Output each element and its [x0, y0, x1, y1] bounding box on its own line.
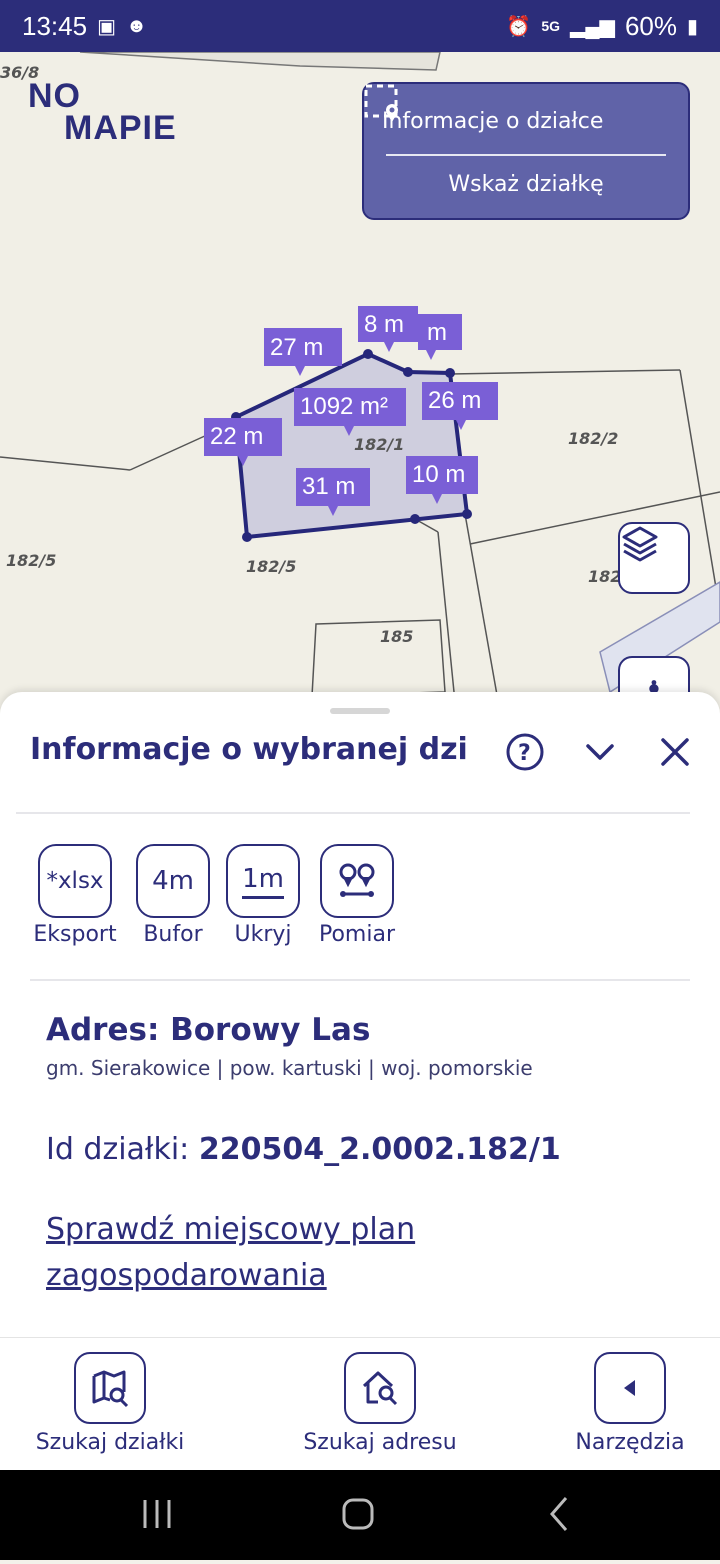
parcel-label: 182/5: [246, 557, 296, 576]
home-icon: [342, 1498, 374, 1530]
parcel-info-header[interactable]: Informacje o działce: [364, 84, 688, 142]
nav-label: Szukaj adresu: [303, 1430, 457, 1455]
close-button[interactable]: [653, 730, 697, 774]
tool-label: Bufor: [143, 922, 203, 947]
parcel-label: 185: [380, 627, 413, 646]
search-address-button[interactable]: [344, 1352, 416, 1424]
recent-apps-icon: [143, 1500, 171, 1528]
tools-button[interactable]: [594, 1352, 666, 1424]
layers-icon: [622, 526, 658, 562]
buffer-button[interactable]: 4m: [136, 844, 210, 918]
parcel-id-row: Id działki: 220504_2.0002.182/1: [46, 1132, 561, 1167]
tool-label: Ukryj: [234, 922, 292, 947]
tool-label: Pomiar: [318, 922, 395, 947]
nav-label: Szukaj działki: [35, 1430, 185, 1455]
zoning-plan-link[interactable]: Sprawdź miejscowy plan zagospodarowania: [46, 1207, 606, 1299]
system-navigation-bar: [0, 1470, 720, 1560]
map-view[interactable]: 36/8 182/1 182/2 182/5 182/5 182 185 27 …: [0, 52, 720, 712]
sheet-drag-handle[interactable]: [330, 708, 390, 714]
measure-button[interactable]: [320, 844, 394, 918]
help-icon: ?: [506, 733, 544, 771]
measurement-label: 10 m: [412, 461, 465, 488]
measurement-label: 8 m: [364, 311, 404, 338]
map-search-icon: [92, 1370, 129, 1408]
network-badge: 5G: [541, 18, 560, 34]
search-parcel-button[interactable]: [74, 1352, 146, 1424]
measurement-label: 27 m: [270, 334, 323, 361]
measure-icon: [339, 863, 375, 897]
alarm-icon: ⏰: [506, 15, 532, 38]
svg-text:?: ?: [518, 741, 531, 766]
tool-export[interactable]: *xlsx Eksport: [27, 844, 123, 947]
parcel-label: 182/5: [6, 551, 56, 570]
gallery-icon: ▣: [97, 15, 116, 38]
parcel-label: 182/1: [354, 435, 404, 454]
logo-line1: NO: [28, 77, 81, 115]
hide-button[interactable]: 1m: [226, 844, 300, 918]
snapchat-icon: ☻: [125, 14, 148, 37]
point-parcel-button[interactable]: Wskaż działkę: [364, 172, 688, 197]
tool-measure[interactable]: Pomiar: [309, 844, 405, 947]
logo-line2: MAPIE: [64, 109, 177, 147]
nav-search-parcel[interactable]: Szukaj działki: [30, 1352, 190, 1455]
back-icon: [550, 1497, 568, 1531]
nav-label: Narzędzia: [575, 1430, 685, 1455]
signal-icon: ▂▄▆: [570, 15, 615, 38]
layers-button[interactable]: [618, 522, 690, 594]
nav-search-address[interactable]: Szukaj adresu: [298, 1352, 462, 1455]
home-search-icon: [362, 1371, 398, 1406]
measurement-label: 1092 m²: [300, 393, 388, 420]
buffer-icon: 4m: [152, 866, 194, 896]
help-button[interactable]: ?: [503, 730, 547, 774]
parcel-info-sheet: Informacje o wybranej dzi... ? *xlsx Eks…: [0, 692, 720, 1337]
status-bar: 13:45 ▣ ☻ ⏰ 5G ▂▄▆ 60% ▮: [0, 0, 720, 52]
nav-tools[interactable]: Narzędzia: [568, 1352, 692, 1455]
measurement-label: 31 m: [302, 473, 355, 500]
export-button[interactable]: *xlsx: [38, 844, 112, 918]
divider: [16, 812, 690, 814]
tool-label: Eksport: [33, 922, 117, 947]
app-logo: NO MAPIE: [28, 77, 177, 147]
divider: [386, 154, 666, 156]
hide-measure-icon: 1m: [242, 864, 284, 899]
parcel-id-label: Id działki:: [46, 1132, 190, 1167]
parcel-label: 182/2: [568, 429, 618, 448]
address-title: Adres: Borowy Las: [46, 1012, 371, 1048]
battery-icon: ▮: [686, 15, 698, 38]
parcel-select-icon: [364, 84, 398, 122]
tool-buffer[interactable]: 4m Bufor: [125, 844, 221, 947]
system-nav-icons: [143, 1497, 568, 1531]
xlsx-icon: *xlsx: [46, 868, 104, 894]
chevron-left-icon: [624, 1380, 635, 1396]
parcel-info-title: Informacje o działce: [382, 108, 604, 134]
measurement-label: 26 m: [428, 387, 481, 414]
parcel-id-value: 220504_2.0002.182/1: [198, 1132, 561, 1167]
collapse-button[interactable]: [578, 730, 622, 774]
status-time: 13:45: [22, 10, 88, 41]
tool-hide[interactable]: 1m Ukryj: [215, 844, 311, 947]
parcel-info-box[interactable]: Informacje o działce Wskaż działkę: [362, 82, 690, 220]
sheet-title: Informacje o wybranej dzi...: [30, 732, 470, 767]
measurement-label: m: [427, 319, 447, 346]
divider: [30, 979, 690, 981]
chevron-down-icon: [586, 744, 614, 760]
battery-percent: 60%: [624, 10, 677, 41]
measurement-label: 22 m: [210, 423, 263, 450]
close-icon: [661, 738, 689, 766]
bottom-navigation: Szukaj działki Szukaj adresu Narzędzia: [0, 1337, 720, 1471]
address-subtitle: gm. Sierakowice | pow. kartuski | woj. p…: [46, 1056, 533, 1080]
parcel-label: 182: [588, 567, 621, 586]
